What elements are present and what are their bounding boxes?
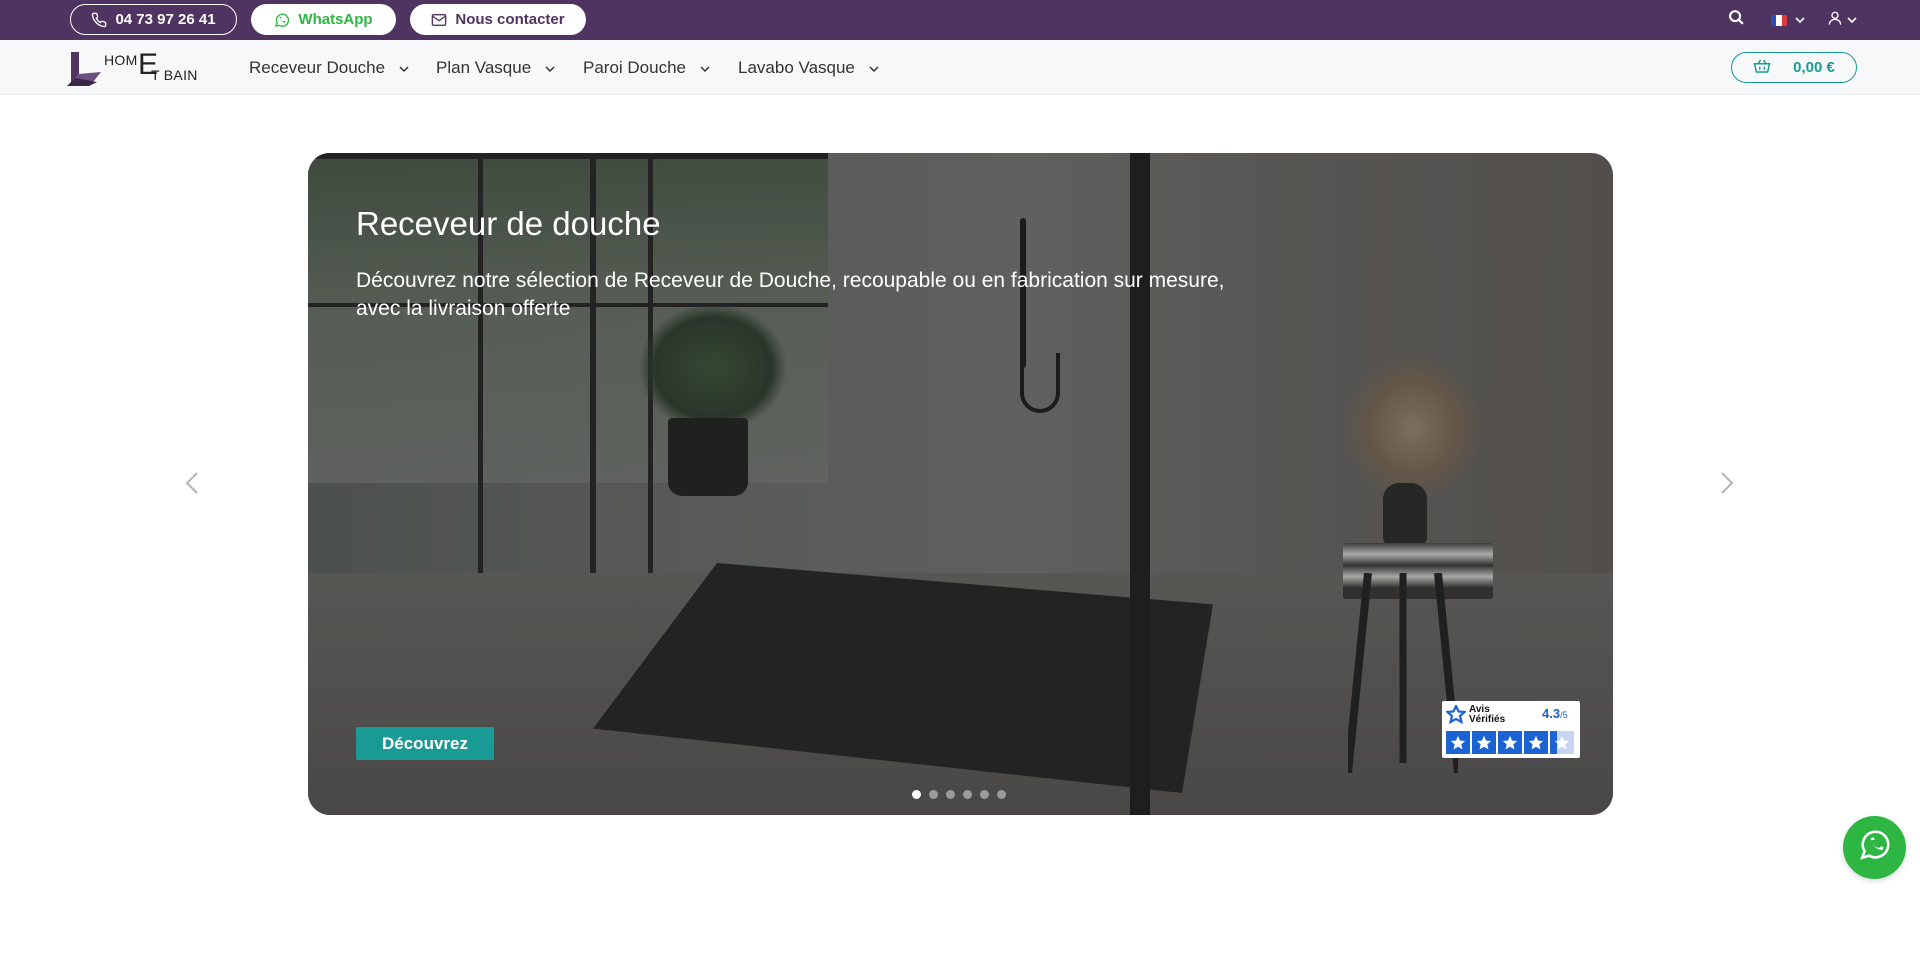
hero-title: Receveur de douche [356,205,661,242]
hero-description: Découvrez notre sélection de Receveur de… [356,269,1225,320]
carousel-next-button[interactable] [1715,470,1739,500]
search-icon [1728,9,1745,31]
nav-item-paroi-douche[interactable]: Paroi Douche [583,40,710,95]
star-icon [1524,731,1548,754]
badge-stars [1446,731,1574,754]
carousel-dot[interactable] [980,790,989,799]
logo-text-part1: HOM [104,52,138,68]
nav-item-lavabo-vasque[interactable]: Lavabo Vasque [738,40,879,95]
chevron-down-icon [696,58,710,78]
chevron-down-icon [395,58,409,78]
carousel-dot[interactable] [929,790,938,799]
hero-slide: Receveur de douche Découvrez notre sélec… [308,153,1613,815]
chevron-down-icon [865,58,879,78]
badge-title-line2: Vérifiés [1469,714,1506,725]
hero-overlay [308,153,1613,815]
carousel-dot[interactable] [912,790,921,799]
main-nav: HOM E T BAIN Receveur Douche Plan Vasque… [0,40,1920,95]
whatsapp-icon [274,12,290,28]
logo-text-part3: T BAIN [151,67,198,83]
contact-label: Nous contacter [455,11,565,28]
star-icon [1446,731,1470,754]
cart-total: 0,00 € [1793,59,1835,76]
whatsapp-button[interactable]: WhatsApp [251,4,396,35]
nav-item-label: Plan Vasque [436,57,532,77]
chevron-down-icon [541,58,555,78]
badge-score: 4.3/5 [1542,706,1568,721]
nav-item-receveur-douche[interactable]: Receveur Douche [249,40,409,95]
chevron-down-icon [1847,11,1857,29]
mail-icon [431,13,447,27]
nav-item-label: Paroi Douche [583,57,687,77]
carousel-dot[interactable] [946,790,955,799]
verified-reviews-badge[interactable]: Avis Vérifiés 4.3/5 [1442,701,1580,758]
carousel-dot[interactable] [963,790,972,799]
badge-title: Avis Vérifiés [1469,705,1505,725]
nav-item-label: Lavabo Vasque [738,57,855,77]
phone-icon [91,12,107,28]
badge-score-suffix: /5 [1560,710,1568,720]
carousel-prev-button[interactable] [180,470,204,500]
top-bar: 04 73 97 26 41 WhatsApp Nous contacter [0,0,1920,40]
nav-item-plan-vasque[interactable]: Plan Vasque [436,40,555,95]
cart-button[interactable]: 0,00 € [1731,52,1857,83]
flag-fr-icon [1771,14,1787,26]
star-icon [1472,731,1496,754]
cart-icon [1753,58,1771,78]
chevron-right-icon [1720,471,1734,500]
star-icon [1498,731,1522,754]
discover-button[interactable]: Découvrez [356,727,494,760]
contact-button[interactable]: Nous contacter [410,4,586,35]
verified-reviews-logo-icon [1446,705,1466,725]
chevron-left-icon [185,471,199,500]
carousel-dot[interactable] [997,790,1006,799]
logo-mark-icon [67,52,101,86]
whatsapp-icon [1858,828,1892,867]
search-button[interactable] [1728,0,1745,40]
badge-score-value: 4.3 [1542,706,1561,721]
star-partial-icon [1550,731,1574,754]
phone-button[interactable]: 04 73 97 26 41 [70,4,237,35]
carousel-indicators [912,790,1006,799]
user-icon [1827,10,1843,31]
phone-label: 04 73 97 26 41 [115,11,216,28]
whatsapp-floating-button[interactable] [1843,816,1906,879]
account-menu[interactable] [1827,0,1857,40]
whatsapp-label: WhatsApp [298,11,373,28]
chevron-down-icon [1795,11,1805,29]
nav-item-label: Receveur Douche [249,57,386,77]
language-selector[interactable] [1771,0,1805,40]
site-logo[interactable]: HOM E T BAIN [67,48,207,86]
